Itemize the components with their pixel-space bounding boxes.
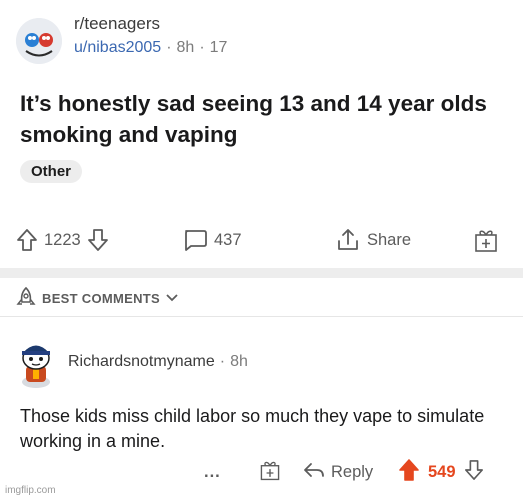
sort-label: BEST COMMENTS	[42, 291, 161, 306]
award-button[interactable]	[472, 222, 500, 258]
section-divider	[0, 268, 523, 278]
post-title[interactable]: It’s honestly sad seeing 13 and 14 year …	[20, 88, 510, 150]
awards-count: 17	[209, 39, 228, 56]
comment-time: 8h	[230, 353, 248, 370]
post-meta: r/teenagers u/nibas2005 · 8h · 17	[74, 14, 227, 59]
post-header: r/teenagers u/nibas2005 · 8h · 17	[16, 14, 227, 64]
subreddit-avatar[interactable]	[16, 18, 62, 64]
reply-button[interactable]: Reply	[302, 456, 373, 488]
subreddit-name[interactable]: r/teenagers	[74, 14, 227, 34]
share-label: Share	[367, 230, 412, 249]
post-time: 8h	[176, 39, 195, 56]
comment-score: 549	[428, 462, 456, 481]
separator-dot: ·	[219, 353, 226, 370]
separator-dot: ·	[166, 39, 172, 56]
sort-divider	[0, 316, 523, 317]
comments-button[interactable]: 437	[182, 222, 248, 258]
share-button[interactable]: Share	[335, 222, 417, 258]
comments-count: 437	[214, 230, 242, 249]
user-avatar[interactable]	[12, 336, 60, 388]
upvote-icon[interactable]	[398, 458, 420, 487]
more-icon[interactable]: ...	[204, 456, 221, 488]
comment-award-button[interactable]	[258, 456, 282, 488]
post-username[interactable]: u/nibas2005	[74, 39, 161, 56]
separator-dot: ·	[199, 39, 205, 56]
comment-sort-dropdown[interactable]: BEST COMMENTS	[16, 286, 179, 311]
comment-vote-group: 549	[398, 456, 484, 488]
post-flair[interactable]: Other	[20, 160, 83, 183]
comment-text: Those kids miss child labor so much they…	[20, 406, 485, 451]
award-icon	[258, 458, 282, 487]
chevron-down-icon	[165, 291, 179, 306]
comment-meta: Richardsnotmyname · 8h	[68, 353, 248, 371]
comment-author[interactable]: Richardsnotmyname	[68, 353, 215, 370]
rocket-icon	[16, 286, 36, 311]
comment-icon	[182, 228, 208, 252]
downvote-icon[interactable]	[87, 228, 109, 252]
vote-group: 1223	[16, 222, 109, 258]
post-actions: 1223 437 Share	[0, 222, 523, 258]
reply-label: Reply	[331, 462, 374, 481]
upvote-icon[interactable]	[16, 228, 38, 252]
downvote-icon[interactable]	[464, 459, 484, 486]
reply-icon	[302, 460, 326, 485]
comment-actions: ... Reply 549	[0, 456, 523, 488]
watermark: imgflip.com	[5, 485, 56, 496]
post-user-line: u/nibas2005 · 8h · 17	[74, 37, 227, 59]
share-icon	[335, 227, 361, 253]
post-score: 1223	[44, 230, 81, 249]
award-icon	[472, 226, 500, 254]
comment-header: Richardsnotmyname · 8h	[12, 336, 248, 388]
